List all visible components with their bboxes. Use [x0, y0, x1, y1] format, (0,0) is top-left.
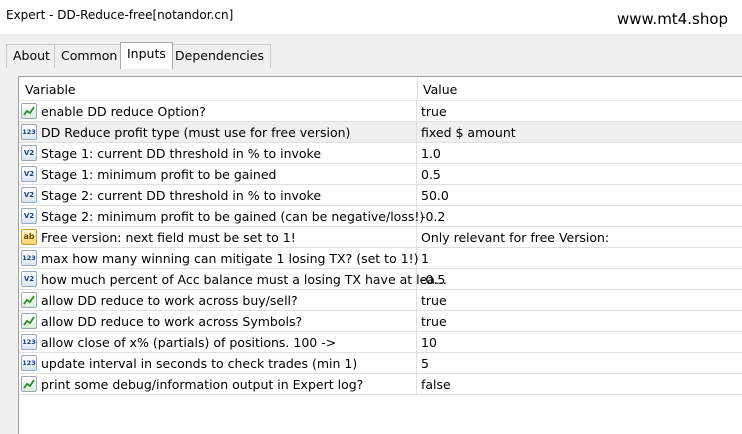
variable-cell: print some debug/information output in E…	[19, 374, 417, 394]
bool-icon	[21, 292, 37, 308]
table-row[interactable]: allow DD reduce to work across buy/sell?…	[19, 290, 742, 311]
table-row[interactable]: 123 update interval in seconds to check t…	[19, 353, 742, 374]
variable-label: Stage 2: current DD threshold in % to in…	[41, 188, 322, 203]
value-cell[interactable]: true	[421, 314, 447, 329]
double-icon: V2	[21, 145, 37, 161]
table-row[interactable]: 123 max how many winning can mitigate 1 l…	[19, 248, 742, 269]
variable-label: DD Reduce profit type (must use for free…	[41, 125, 351, 140]
column-divider[interactable]	[417, 77, 418, 101]
variable-cell: enable DD reduce Option?	[19, 101, 417, 121]
table-row[interactable]: V2 Stage 2: minimum profit to be gained (…	[19, 206, 742, 227]
bool-icon	[21, 313, 37, 329]
inputs-panel: Variable Value enable DD reduce Option? t…	[18, 76, 742, 434]
variable-label: allow close of x% (partials) of position…	[41, 335, 337, 350]
table-row[interactable]: 123 allow close of x% (partials) of posit…	[19, 332, 742, 353]
variable-label: Stage 1: current DD threshold in % to in…	[41, 146, 322, 161]
variable-cell: 123 DD Reduce profit type (must use for f…	[19, 122, 417, 142]
tab-strip: About Common Inputs Dependencies	[6, 42, 742, 69]
value-cell[interactable]: 1.0	[421, 146, 441, 161]
double-icon: V2	[21, 208, 37, 224]
table-row[interactable]: print some debug/information output in E…	[19, 374, 742, 395]
value-cell[interactable]: true	[421, 293, 447, 308]
value-cell[interactable]: fixed $ amount	[421, 125, 516, 140]
variable-label: Stage 2: minimum profit to be gained (ca…	[41, 209, 425, 224]
table-row[interactable]: V2 Stage 1: current DD threshold in % to …	[19, 143, 742, 164]
int-icon: 123	[21, 334, 37, 350]
tab-common[interactable]: Common	[54, 44, 125, 68]
tab-dependencies[interactable]: Dependencies	[168, 44, 271, 68]
table-header: Variable Value	[19, 77, 742, 101]
variable-label: print some debug/information output in E…	[41, 377, 364, 392]
variable-cell: 123 max how many winning can mitigate 1 l…	[19, 248, 419, 268]
value-cell[interactable]: 1	[421, 251, 429, 266]
variable-cell: V2 how much percent of Acc balance must a…	[19, 269, 447, 289]
column-header-value[interactable]: Value	[423, 82, 457, 97]
variable-label: max how many winning can mitigate 1 losi…	[41, 251, 419, 266]
table-row[interactable]: enable DD reduce Option? true	[19, 101, 742, 122]
variable-cell: V2 Stage 1: minimum profit to be gained	[19, 164, 417, 184]
title-bar: Expert - DD-Reduce-free[notandor.cn] www…	[0, 0, 742, 34]
table-row[interactable]: 123 DD Reduce profit type (must use for f…	[19, 122, 742, 143]
inputs-table: enable DD reduce Option? true 123 DD Reduce…	[19, 101, 742, 395]
variable-label: Free version: next field must be set to …	[41, 230, 296, 245]
table-row[interactable]: allow DD reduce to work across Symbols? t…	[19, 311, 742, 332]
variable-label: enable DD reduce Option?	[41, 104, 206, 119]
variable-cell: 123 update interval in seconds to check t…	[19, 353, 417, 373]
double-icon: V2	[21, 271, 37, 287]
table-row[interactable]: V2 how much percent of Acc balance must a…	[19, 269, 742, 290]
variable-label: update interval in seconds to check trad…	[41, 356, 358, 371]
table-row[interactable]: V2 Stage 1: minimum profit to be gained 0.…	[19, 164, 742, 185]
variable-cell: ab Free version: next field must be set t…	[19, 227, 417, 247]
variable-cell: V2 Stage 1: current DD threshold in % to …	[19, 143, 417, 163]
column-header-variable[interactable]: Variable	[25, 82, 76, 97]
int-icon: 123	[21, 124, 37, 140]
value-cell[interactable]: 50.0	[421, 188, 449, 203]
variable-cell: V2 Stage 2: current DD threshold in % to …	[19, 185, 417, 205]
variable-cell: allow DD reduce to work across buy/sell?	[19, 290, 417, 310]
variable-cell: V2 Stage 2: minimum profit to be gained (…	[19, 206, 424, 226]
variable-label: allow DD reduce to work across Symbols?	[41, 314, 303, 329]
variable-cell: 123 allow close of x% (partials) of posit…	[19, 332, 417, 352]
string-icon: ab	[21, 229, 37, 245]
value-cell[interactable]: 0.5	[421, 167, 441, 182]
table-row[interactable]: V2 Stage 2: current DD threshold in % to …	[19, 185, 742, 206]
bool-icon	[21, 103, 37, 119]
variable-label: how much percent of Acc balance must a l…	[41, 272, 447, 287]
table-row[interactable]: ab Free version: next field must be set t…	[19, 227, 742, 248]
variable-label: Stage 1: minimum profit to be gained	[41, 167, 277, 182]
double-icon: V2	[21, 187, 37, 203]
watermark-text: www.mt4.shop	[617, 10, 729, 28]
int-icon: 123	[21, 355, 37, 371]
value-cell[interactable]: Only relevant for free Version:	[421, 230, 609, 245]
value-cell[interactable]: 5	[421, 356, 429, 371]
variable-cell: allow DD reduce to work across Symbols?	[19, 311, 417, 331]
value-cell[interactable]: -0.5	[421, 272, 445, 287]
variable-label: allow DD reduce to work across buy/sell?	[41, 293, 298, 308]
value-cell[interactable]: 10	[421, 335, 437, 350]
value-cell[interactable]: -0.2	[421, 209, 445, 224]
bool-icon	[21, 376, 37, 392]
window-title: Expert - DD-Reduce-free[notandor.cn]	[6, 8, 234, 22]
double-icon: V2	[21, 166, 37, 182]
value-cell[interactable]: false	[421, 377, 451, 392]
int-icon: 123	[21, 250, 37, 266]
value-cell[interactable]: true	[421, 104, 447, 119]
tab-about[interactable]: About	[6, 44, 57, 68]
tab-inputs[interactable]: Inputs	[120, 42, 173, 69]
